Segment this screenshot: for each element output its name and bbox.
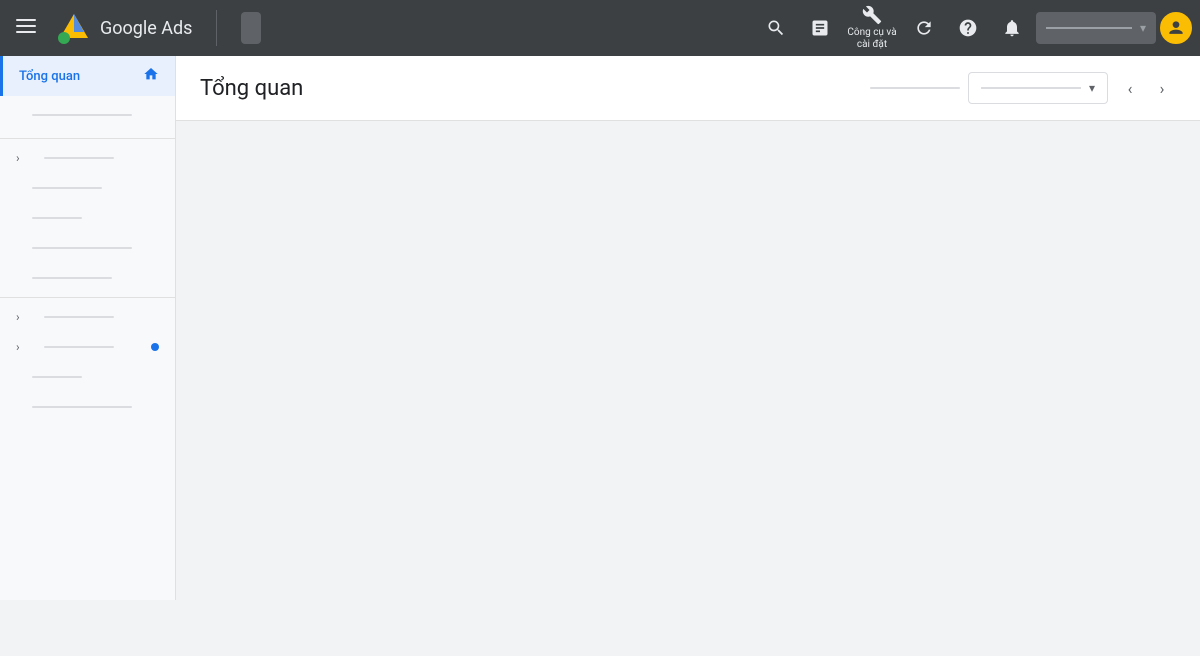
sidebar-item-line xyxy=(32,277,112,279)
list-item[interactable] xyxy=(0,203,175,233)
chevron-right-icon: › xyxy=(16,151,20,165)
app-title: Google Ads xyxy=(100,18,192,39)
google-ads-logo: Google Ads xyxy=(56,10,192,46)
sidebar-item-line xyxy=(32,187,102,189)
topnav-right: Công cụ và cài đặt ▾ xyxy=(756,4,1192,52)
main-header-controls: ▾ ‹ › xyxy=(870,72,1176,104)
top-navigation: Google Ads Công cụ và cài đặt xyxy=(0,0,1200,56)
sidebar-item-overview[interactable]: Tổng quan xyxy=(0,56,175,96)
date-range-placeholder xyxy=(870,87,960,89)
chevron-right-icon: › xyxy=(16,310,20,324)
dropdown-arrow-icon: ▾ xyxy=(1089,81,1095,95)
sidebar-item-line xyxy=(44,316,114,318)
sidebar-overview-label: Tổng quan xyxy=(19,69,80,84)
sidebar-divider-1 xyxy=(0,138,175,139)
page-title: Tổng quan xyxy=(200,76,303,101)
search-bar[interactable] xyxy=(241,12,261,44)
sidebar-item-line xyxy=(32,114,132,116)
sidebar-divider-2 xyxy=(0,297,175,298)
list-item[interactable] xyxy=(0,263,175,293)
account-name-placeholder xyxy=(1046,27,1132,29)
pagination-arrows: ‹ › xyxy=(1116,74,1176,102)
dropdown-value-placeholder xyxy=(981,87,1081,89)
list-item[interactable] xyxy=(0,362,175,392)
list-item[interactable] xyxy=(0,173,175,203)
tools-settings-button[interactable]: Công cụ và cài đặt xyxy=(844,4,900,52)
reports-button[interactable] xyxy=(800,8,840,48)
notifications-button[interactable] xyxy=(992,8,1032,48)
help-button[interactable] xyxy=(948,8,988,48)
home-icon xyxy=(143,66,159,86)
sidebar-section-1 xyxy=(0,96,175,134)
sidebar-item-line xyxy=(44,346,114,348)
refresh-button[interactable] xyxy=(904,8,944,48)
sidebar-item-line xyxy=(32,406,132,408)
filter-dropdown[interactable]: ▾ xyxy=(968,72,1108,104)
sidebar: Tổng quan › › › xyxy=(0,56,176,600)
next-button[interactable]: › xyxy=(1148,74,1176,102)
nav-divider xyxy=(216,10,217,46)
notification-dot xyxy=(151,343,159,351)
main-content: Tổng quan ▾ ‹ › xyxy=(176,56,1200,608)
list-item[interactable]: › xyxy=(0,302,175,332)
sidebar-item-line xyxy=(44,157,114,159)
sidebar-item-line xyxy=(32,376,82,378)
chevron-right-icon: › xyxy=(16,340,20,354)
list-item[interactable] xyxy=(0,392,175,422)
list-item[interactable]: › xyxy=(0,332,175,362)
sidebar-item-line xyxy=(32,247,132,249)
logo-icon xyxy=(56,10,92,46)
main-body xyxy=(176,121,1200,608)
list-item[interactable]: › xyxy=(0,143,175,173)
main-header: Tổng quan ▾ ‹ › xyxy=(176,56,1200,121)
tools-label: Công cụ và cài đặt xyxy=(844,27,900,51)
topnav-left: Google Ads xyxy=(8,8,261,49)
dropdown-arrow-icon: ▾ xyxy=(1140,21,1146,35)
hamburger-menu-icon[interactable] xyxy=(8,8,44,49)
sidebar-item-line xyxy=(32,217,82,219)
list-item[interactable] xyxy=(0,100,175,130)
avatar[interactable] xyxy=(1160,12,1192,44)
prev-button[interactable]: ‹ xyxy=(1116,74,1144,102)
search-button[interactable] xyxy=(756,8,796,48)
list-item[interactable] xyxy=(0,233,175,263)
account-selector[interactable]: ▾ xyxy=(1036,12,1156,44)
